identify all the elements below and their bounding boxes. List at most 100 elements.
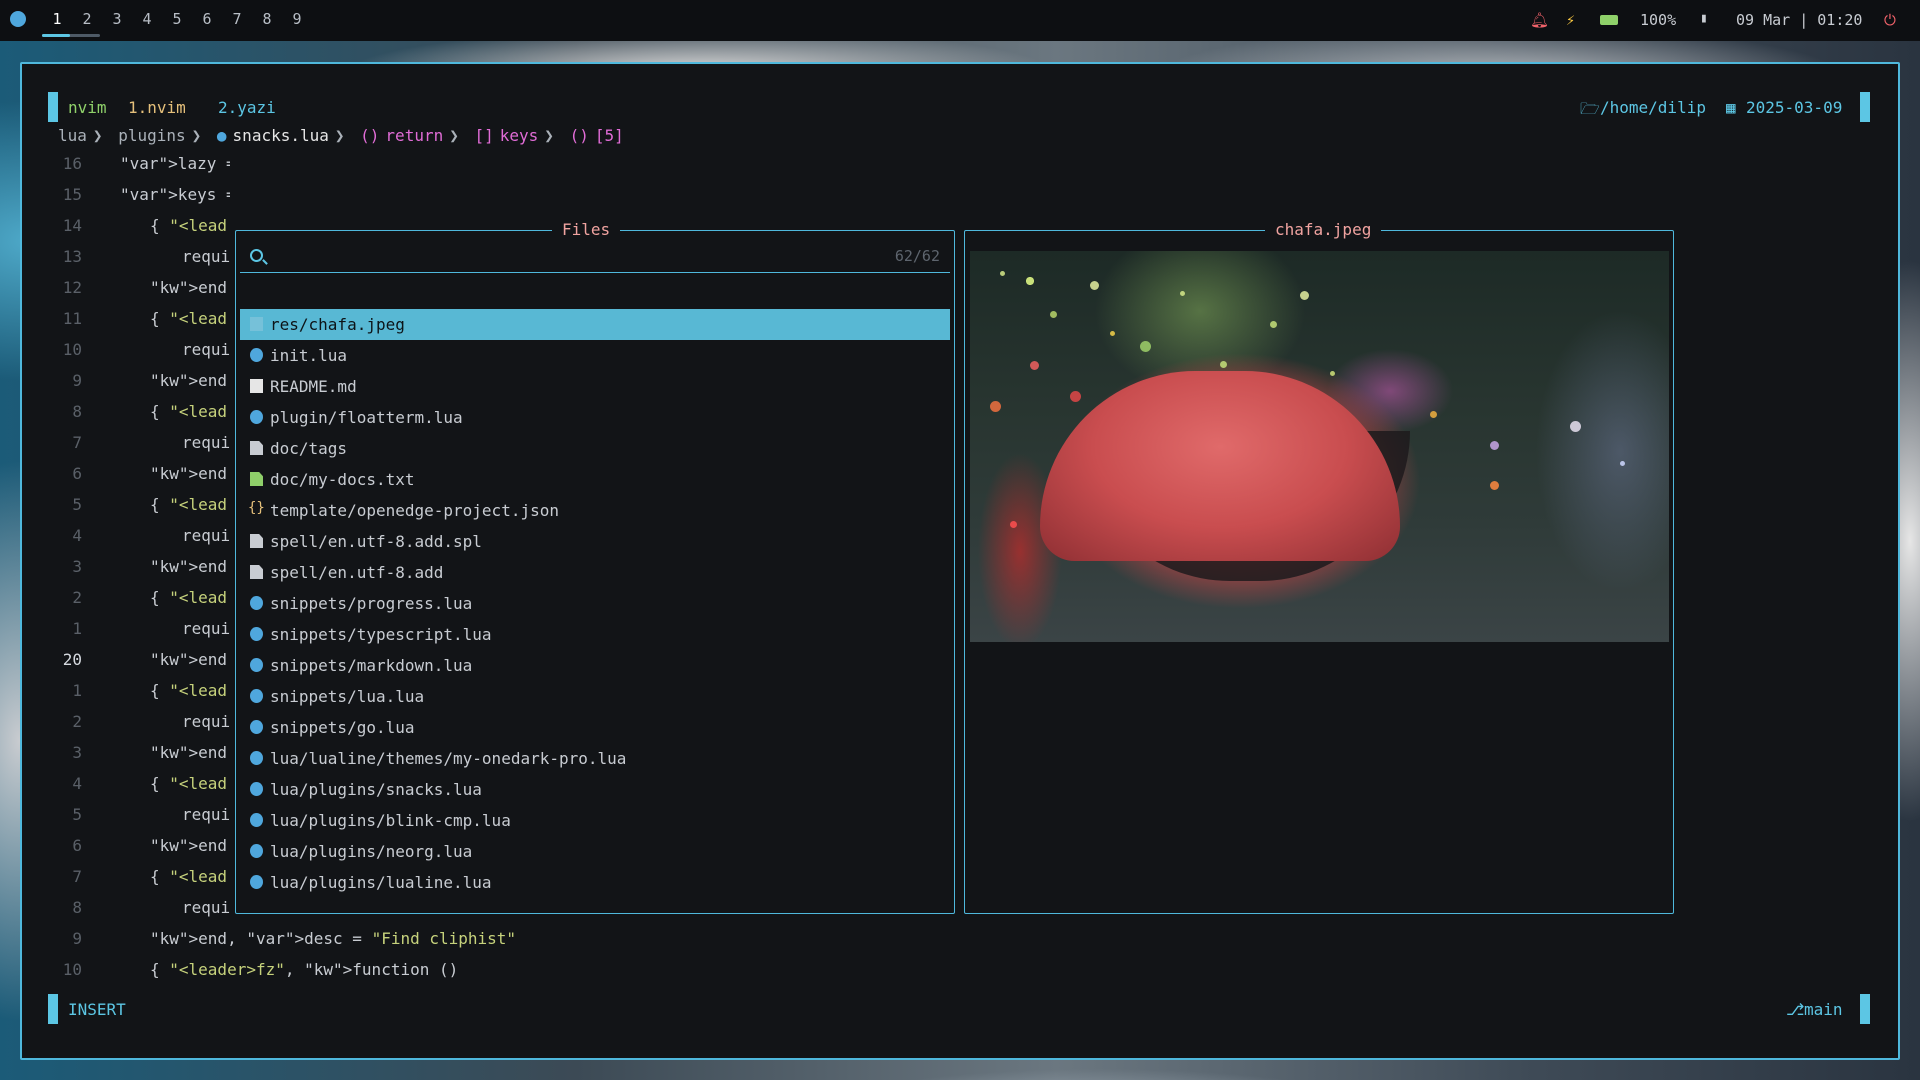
file-list-item[interactable]: lua/plugins/neorg.lua: [240, 836, 950, 867]
line-number: 5: [72, 495, 82, 514]
file-list-item[interactable]: init.lua: [240, 340, 950, 371]
lua-icon: [250, 782, 263, 796]
tab-yazi[interactable]: 2.yazi: [218, 98, 276, 117]
lua-icon: [250, 689, 263, 703]
breadcrumb-plugins[interactable]: plugins: [118, 126, 185, 145]
file-list-item[interactable]: lua/lualine/themes/my-onedark-pro.lua: [240, 743, 950, 774]
breadcrumb-keys[interactable]: keys: [500, 126, 539, 145]
workspace-2[interactable]: 2: [72, 10, 102, 28]
clock[interactable]: 09 Mar | 01:20: [1736, 11, 1862, 29]
code-line[interactable]: 15 "var">keys = {: [22, 185, 230, 216]
code-line[interactable]: 3 "kw">end, "var">des: [22, 743, 230, 774]
file-list-item[interactable]: snippets/progress.lua: [240, 588, 950, 619]
notification-bell-icon[interactable]: 🔔︎: [1530, 11, 1549, 29]
code-line[interactable]: 4 { "<lead: [22, 774, 230, 805]
search-input[interactable]: [276, 243, 836, 269]
code-line[interactable]: 8 requi: [22, 898, 230, 929]
code-line[interactable]: 2 { "<lead: [22, 588, 230, 619]
workspace-3[interactable]: 3: [102, 10, 132, 28]
workspace-6[interactable]: 6: [192, 10, 222, 28]
code-line[interactable]: 6 "kw">end, "var">des: [22, 836, 230, 867]
code-line[interactable]: 20 "kw">end, "var">des: [22, 650, 230, 681]
network-signal-icon[interactable]: ▮: [1700, 11, 1708, 26]
code-line[interactable]: 11 { "<lead: [22, 309, 230, 340]
code-text: requi: [182, 805, 230, 824]
code-line[interactable]: 1 requi: [22, 619, 230, 650]
file-list-item[interactable]: README.md: [240, 371, 950, 402]
file-name: lua/lualine/themes/my-onedark-pro.lua: [270, 749, 627, 768]
file-list-item[interactable]: snippets/lua.lua: [240, 681, 950, 712]
code-line[interactable]: 5 { "<lead: [22, 495, 230, 526]
file-list-item[interactable]: res/chafa.jpeg: [240, 309, 950, 340]
code-text: requi: [182, 712, 230, 731]
file-list-item[interactable]: plugin/floatterm.lua: [240, 402, 950, 433]
mode-label: nvim: [68, 98, 107, 117]
bokeh-light: [1620, 461, 1625, 466]
file-list-item[interactable]: lua/plugins/snacks.lua: [240, 774, 950, 805]
power-charging-icon: ⚡︎: [1566, 11, 1576, 29]
file-list-item[interactable]: snippets/typescript.lua: [240, 619, 950, 650]
breadcrumb-return[interactable]: return: [385, 126, 443, 145]
file-name: snippets/lua.lua: [270, 687, 425, 706]
code-line[interactable]: 12 "kw">end, "var">des: [22, 278, 230, 309]
tabline-right-accent: [1860, 92, 1870, 122]
lua-icon: [250, 720, 263, 734]
search-icon: [250, 249, 263, 262]
breadcrumb-lua[interactable]: lua: [58, 126, 87, 145]
code-text: "kw">end, "var">desc = "Find cliphist" }…: [150, 929, 517, 948]
file-list-item[interactable]: snippets/go.lua: [240, 712, 950, 743]
file-list-item[interactable]: snippets/markdown.lua: [240, 650, 950, 681]
code-line[interactable]: 5 requi: [22, 805, 230, 836]
code-text: "kw">end, "var">des: [150, 278, 230, 297]
file-name: lua/plugins/neorg.lua: [270, 842, 473, 861]
code-line[interactable]: 7 { "<lead: [22, 867, 230, 898]
bokeh-light: [1090, 281, 1099, 290]
code-line[interactable]: 14 { "<lead: [22, 216, 230, 247]
bokeh-light: [1430, 411, 1437, 418]
workspace-7[interactable]: 7: [222, 10, 252, 28]
file-list-item[interactable]: spell/en.utf-8.add: [240, 557, 950, 588]
line-number: 3: [72, 743, 82, 762]
code-line[interactable]: 16 "var">lazy = "br">false,: [22, 154, 230, 185]
active-workspace-indicator: [42, 34, 100, 37]
breadcrumb-file[interactable]: snacks.lua: [233, 126, 329, 145]
file-list-item[interactable]: doc/tags: [240, 433, 950, 464]
code-line[interactable]: 10 { "<leader>fz", "kw">function (): [22, 960, 522, 991]
code-line[interactable]: 9 "kw">end, "var">desc = "Find cliphist" …: [22, 929, 522, 960]
code-text: "kw">end, "var">des: [150, 557, 230, 576]
code-text: "kw">end, "var">des: [150, 743, 230, 762]
file-list-item[interactable]: lua/plugins/blink-cmp.lua: [240, 805, 950, 836]
workspace-4[interactable]: 4: [132, 10, 162, 28]
workspace-9[interactable]: 9: [282, 10, 312, 28]
code-line[interactable]: 7 requi: [22, 433, 230, 464]
bokeh-light: [1490, 481, 1499, 490]
workspace-1[interactable]: 1: [42, 10, 72, 28]
file-list: res/chafa.jpeg init.lua README.md plugin/fl…: [240, 309, 950, 898]
line-number: 10: [62, 960, 82, 979]
workspace-8[interactable]: 8: [252, 10, 282, 28]
line-number: 9: [72, 929, 82, 948]
file-list-item[interactable]: spell/en.utf-8.add.spl: [240, 526, 950, 557]
code-line[interactable]: 8 { "<lead: [22, 402, 230, 433]
code-line[interactable]: 1 { "<lead: [22, 681, 230, 712]
breadcrumb-index[interactable]: [5]: [595, 126, 624, 145]
array-icon: []: [474, 126, 494, 145]
code-line[interactable]: 10 requi: [22, 340, 230, 371]
workspace-5[interactable]: 5: [162, 10, 192, 28]
file-list-item[interactable]: doc/my-docs.txt: [240, 464, 950, 495]
code-line[interactable]: 2 requi: [22, 712, 230, 743]
distro-logo-icon[interactable]: [10, 11, 26, 27]
file-list-item[interactable]: {} template/openedge-project.json: [240, 495, 950, 526]
code-line[interactable]: 4 requi: [22, 526, 230, 557]
tab-nvim[interactable]: 1.nvim: [128, 98, 186, 117]
preview-image: [970, 251, 1669, 642]
braces-icon: (): [360, 126, 380, 145]
code-line[interactable]: 13 requi: [22, 247, 230, 278]
power-button-icon[interactable]: ⏻︎: [1884, 11, 1896, 29]
result-count: 62/62: [894, 247, 940, 265]
code-line[interactable]: 3 "kw">end, "var">des: [22, 557, 230, 588]
code-line[interactable]: 9 "kw">end, "var">des: [22, 371, 230, 402]
file-list-item[interactable]: lua/plugins/lualine.lua: [240, 867, 950, 898]
code-line[interactable]: 6 "kw">end, "var">de: [22, 464, 230, 495]
lua-icon: ●: [216, 126, 227, 145]
